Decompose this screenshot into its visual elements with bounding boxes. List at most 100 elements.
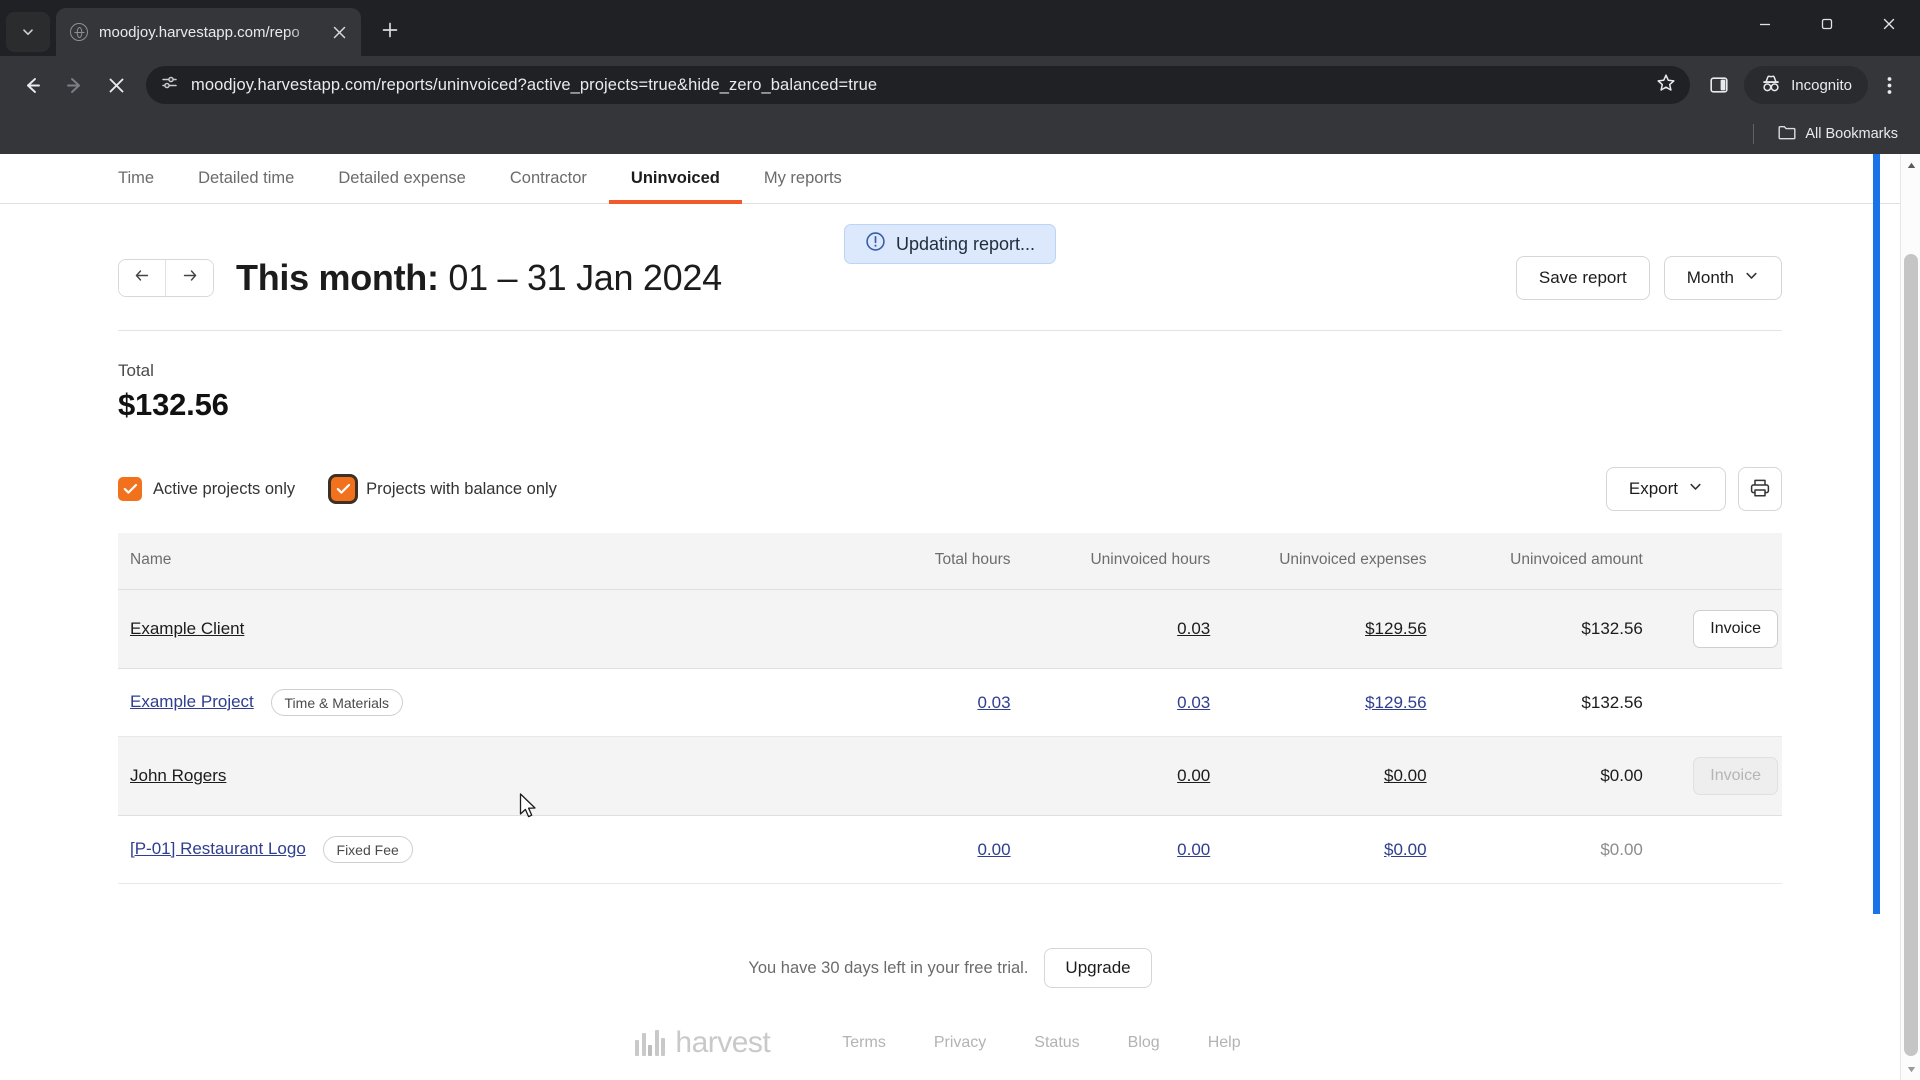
cell-total-hours: 0.03: [816, 668, 1017, 737]
filter-active-projects-only[interactable]: Active projects only: [118, 477, 295, 501]
maximize-icon[interactable]: [1796, 0, 1858, 48]
client-link[interactable]: John Rogers: [130, 766, 226, 785]
all-bookmarks-button[interactable]: All Bookmarks: [1770, 119, 1906, 150]
cell-uninvoiced-amount: $132.56: [1432, 668, 1649, 737]
cell-uninvoiced-hours: 0.03: [1016, 589, 1217, 669]
incognito-icon: [1760, 74, 1782, 97]
report-nav-tabs: Time Detailed time Detailed expense Cont…: [0, 154, 1900, 204]
uninvoiced-expenses-link[interactable]: $0.00: [1384, 840, 1427, 859]
prev-period-button[interactable]: [119, 260, 166, 296]
window-controls: [1734, 0, 1920, 48]
window-close-icon[interactable]: [1858, 0, 1920, 48]
page-footer: harvest Terms Privacy Status Blog Help: [118, 1026, 1782, 1060]
scroll-up-arrow-icon[interactable]: [1901, 154, 1920, 176]
three-dot-menu-icon[interactable]: [1870, 66, 1908, 104]
page-scrollbar[interactable]: [1900, 154, 1920, 1080]
right-arrow-icon: [181, 268, 198, 288]
close-icon[interactable]: [327, 20, 351, 44]
project-link[interactable]: [P-01] Restaurant Logo: [130, 839, 306, 858]
period-select-button[interactable]: Month: [1663, 256, 1782, 300]
tab-strip: moodjoy.harvestapp.com/repo: [0, 0, 1920, 56]
total-hours-link[interactable]: 0.03: [977, 693, 1010, 712]
cell-name: [P-01] Restaurant Logo Fixed Fee: [118, 815, 817, 884]
column-header-uninvoiced-expenses[interactable]: Uninvoiced expenses: [1216, 533, 1433, 590]
table-row: [P-01] Restaurant Logo Fixed Fee 0.00 0.…: [118, 815, 1782, 884]
column-header-uninvoiced-amount[interactable]: Uninvoiced amount: [1432, 533, 1649, 590]
side-panel-icon[interactable]: [1700, 66, 1738, 104]
project-link[interactable]: Example Project: [130, 692, 254, 711]
cell-name: Example Project Time & Materials: [118, 668, 817, 737]
minimize-icon[interactable]: [1734, 0, 1796, 48]
period-select-label: Month: [1686, 268, 1734, 287]
cell-uninvoiced-hours: 0.00: [1016, 736, 1217, 816]
cell-total-hours: [816, 589, 1017, 669]
tab-time[interactable]: Time: [118, 154, 176, 203]
client-link[interactable]: Example Client: [130, 619, 244, 638]
tab-contractor[interactable]: Contractor: [488, 154, 609, 203]
browser-tab[interactable]: moodjoy.harvestapp.com/repo: [56, 8, 361, 56]
filter-actions: Export: [1605, 467, 1782, 511]
checkbox-checked-icon[interactable]: [118, 477, 142, 501]
cell-total-hours: [816, 736, 1017, 816]
tab-my-reports[interactable]: My reports: [742, 154, 864, 203]
print-button[interactable]: [1738, 467, 1782, 511]
column-header-actions: [1648, 533, 1782, 590]
next-period-button[interactable]: [166, 260, 213, 296]
upgrade-button[interactable]: Upgrade: [1044, 948, 1152, 988]
folder-icon: [1778, 125, 1796, 144]
footer-link-privacy[interactable]: Privacy: [934, 1034, 986, 1052]
filter-projects-with-balance-only[interactable]: Projects with balance only: [331, 477, 557, 501]
tab-uninvoiced[interactable]: Uninvoiced: [608, 154, 742, 204]
new-tab-button[interactable]: [373, 15, 407, 49]
cell-uninvoiced-amount: $0.00: [1432, 736, 1649, 816]
page-settings-icon[interactable]: [160, 73, 179, 97]
chevron-down-icon: [1744, 268, 1759, 288]
total-hours-link[interactable]: 0.00: [977, 840, 1010, 859]
left-arrow-icon: [134, 268, 151, 288]
cell-uninvoiced-expenses: $129.56: [1216, 668, 1433, 737]
footer-link-status[interactable]: Status: [1034, 1034, 1079, 1052]
tab-my-reports-label: My reports: [763, 169, 842, 187]
checkbox-checked-icon[interactable]: [331, 477, 356, 501]
uninvoiced-expenses-link[interactable]: $129.56: [1365, 619, 1426, 638]
stop-loading-icon[interactable]: [96, 65, 136, 105]
all-bookmarks-label: All Bookmarks: [1805, 126, 1898, 142]
uninvoiced-expenses-link[interactable]: $129.56: [1365, 693, 1426, 712]
invoice-button[interactable]: Invoice: [1693, 610, 1778, 648]
invoice-button-disabled: Invoice: [1693, 757, 1778, 795]
footer-link-help[interactable]: Help: [1208, 1034, 1241, 1052]
tab-detailed-time[interactable]: Detailed time: [176, 154, 316, 203]
filter-row: Active projects only Projects with balan…: [118, 467, 1782, 511]
date-nav-group: [118, 259, 214, 297]
uninvoiced-hours-link[interactable]: 0.03: [1177, 693, 1210, 712]
footer-link-terms[interactable]: Terms: [842, 1034, 886, 1052]
uninvoiced-hours-link[interactable]: 0.00: [1177, 766, 1210, 785]
tab-detailed-expense[interactable]: Detailed expense: [316, 154, 488, 203]
scroll-down-arrow-icon[interactable]: [1901, 1058, 1920, 1080]
url-text[interactable]: moodjoy.harvestapp.com/reports/uninvoice…: [191, 76, 877, 95]
star-icon[interactable]: [1656, 73, 1676, 98]
column-header-uninvoiced-hours[interactable]: Uninvoiced hours: [1016, 533, 1217, 590]
incognito-indicator[interactable]: Incognito: [1744, 66, 1868, 104]
export-button[interactable]: Export: [1605, 467, 1726, 511]
cell-total-hours: 0.00: [816, 815, 1017, 884]
uninvoiced-hours-link[interactable]: 0.03: [1177, 619, 1210, 638]
tab-search-button[interactable]: [6, 12, 50, 52]
browser-window: moodjoy.harvestapp.com/repo moodjoy.harv…: [0, 0, 1920, 1080]
project-type-badge: Time & Materials: [270, 689, 404, 716]
page-title-label: This month:: [236, 257, 439, 298]
address-bar[interactable]: moodjoy.harvestapp.com/reports/uninvoice…: [146, 66, 1691, 104]
column-header-total-hours[interactable]: Total hours: [816, 533, 1017, 590]
trial-banner: You have 30 days left in your free trial…: [118, 948, 1782, 988]
uninvoiced-hours-link[interactable]: 0.00: [1177, 840, 1210, 859]
tab-detailed-expense-label: Detailed expense: [338, 169, 466, 187]
scrollbar-thumb[interactable]: [1904, 254, 1918, 1056]
save-report-button[interactable]: Save report: [1515, 256, 1650, 300]
forward-arrow-icon[interactable]: [54, 65, 94, 105]
uninvoiced-expenses-link[interactable]: $0.00: [1384, 766, 1427, 785]
column-header-name[interactable]: Name: [118, 533, 817, 590]
footer-link-blog[interactable]: Blog: [1128, 1034, 1160, 1052]
back-arrow-icon[interactable]: [12, 65, 52, 105]
cell-uninvoiced-amount: $132.56: [1432, 589, 1649, 669]
alert-circle-icon: [865, 231, 886, 257]
